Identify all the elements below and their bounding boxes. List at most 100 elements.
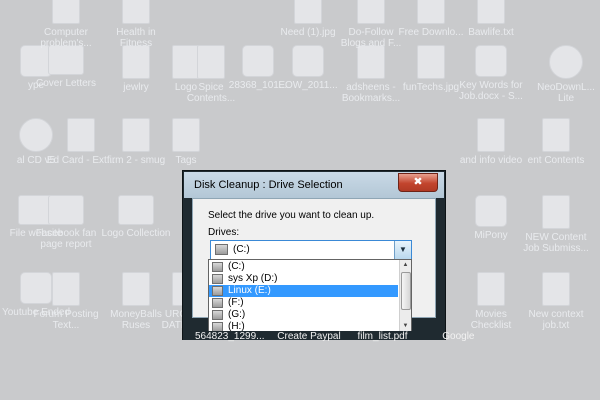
background-file-labels: 564823_1299... Create Paypal film_list.p…	[195, 331, 475, 342]
drive-option[interactable]: sys Xp (D:)	[209, 273, 398, 285]
file-icon	[542, 118, 570, 152]
close-icon: ✖	[413, 176, 423, 188]
desktop-icon-label: Logo Collection	[101, 228, 171, 239]
desktop-icon[interactable]: Health in Fitness	[100, 0, 172, 49]
drive-option-label: sys Xp (D:)	[228, 273, 278, 284]
desktop-icon-label: NeoDownL... Lite	[537, 82, 595, 104]
desktop-icon[interactable]: and info video	[455, 118, 527, 166]
desktop-icon[interactable]: Movies Checklist	[455, 272, 527, 331]
file-icon	[172, 118, 200, 152]
desktop-icon-label: Facebook fan page report	[35, 228, 97, 250]
desktop-icon[interactable]: ent Contents	[520, 118, 592, 166]
drive-option-label: (F:)	[228, 297, 244, 308]
selected-drive: (C:)	[233, 244, 250, 255]
hard-drive-icon	[212, 310, 223, 320]
file-icon	[122, 0, 150, 24]
round-icon	[549, 45, 583, 79]
file-icon	[542, 195, 570, 229]
dialog-title: Disk Cleanup : Drive Selection	[194, 179, 343, 191]
hard-drive-icon	[212, 298, 223, 308]
desktop-icon[interactable]: Bawlife.txt	[455, 0, 527, 38]
hard-drive-icon	[212, 286, 223, 296]
desktop-icon-label: and info video	[459, 155, 523, 166]
folder-icon	[48, 45, 84, 75]
file-icon	[52, 272, 80, 306]
file-icon	[477, 0, 505, 24]
desktop-icon-label: EOW_2011...	[278, 80, 338, 91]
drives-label: Drives:	[208, 227, 240, 238]
desktop-icon-label: Cover Letters	[35, 78, 97, 89]
file-icon	[197, 45, 225, 79]
hard-drive-icon	[212, 274, 223, 284]
drive-option[interactable]: (G:)	[209, 309, 398, 321]
file-label: Create Paypal	[277, 331, 341, 342]
instruction-text: Select the drive you want to clean up.	[208, 210, 375, 221]
folder-icon	[48, 195, 84, 225]
desktop-icon[interactable]: EOW_2011...	[272, 45, 344, 91]
desktop-icon[interactable]: MiPony	[455, 195, 527, 241]
desktop-icon-label: NEW Content Job Submiss...	[523, 232, 589, 254]
file-label: film_list.pdf	[357, 331, 408, 342]
desktop-icon-label: funTechs.jpg	[402, 82, 460, 93]
drive-option[interactable]: Linux (E:)	[209, 285, 398, 297]
file-label: Google	[442, 331, 475, 342]
app-icon	[292, 45, 324, 77]
hard-drive-icon	[215, 244, 228, 255]
desktop-icon-label: Tags	[175, 155, 197, 166]
desktop-icon-label: Do-Follow Blogs and F...	[340, 27, 402, 49]
drive-option[interactable]: (F:)	[209, 297, 398, 309]
file-icon	[52, 0, 80, 24]
desktop-icon-label: Movies Checklist	[470, 309, 512, 331]
desktop-icon[interactable]: Computer problem's...	[30, 0, 102, 49]
desktop-icon-label: adsheens - Bookmarks...	[341, 82, 401, 104]
file-icon	[122, 272, 150, 306]
chevron-down-icon[interactable]: ▼	[394, 241, 411, 259]
desktop-icon-label: Forum Posting Text...	[33, 309, 99, 331]
scroll-up-icon[interactable]: ▲	[400, 260, 411, 271]
file-icon	[542, 272, 570, 306]
desktop-icon-label: Health in Fitness	[116, 27, 156, 49]
dropdown-scrollbar[interactable]: ▲ ▼	[399, 260, 411, 332]
desktop-icon-label: MiPony	[474, 230, 508, 241]
close-button[interactable]: ✖	[398, 173, 438, 192]
title-bar[interactable]: Disk Cleanup : Drive Selection ✖	[184, 172, 444, 198]
desktop-icon[interactable]: Logo Collection	[100, 195, 172, 239]
file-icon	[417, 45, 445, 79]
file-icon	[477, 118, 505, 152]
drive-option-label: (C:)	[228, 261, 245, 272]
app-icon	[475, 195, 507, 227]
file-icon	[67, 118, 95, 152]
folder-icon	[118, 195, 154, 225]
desktop-icon[interactable]: NeoDownL... Lite	[530, 45, 600, 104]
hard-drive-icon	[212, 262, 223, 272]
desktop-icon-label: Free Downlo...	[398, 27, 464, 38]
desktop-icon[interactable]: Tags	[150, 118, 222, 166]
desktop-icon[interactable]: New context job.txt	[520, 272, 592, 331]
desktop-icon-label: New context job.txt	[528, 309, 584, 331]
scroll-thumb[interactable]	[401, 272, 411, 310]
app-icon	[242, 45, 274, 77]
desktop-icon[interactable]: Cover Letters	[30, 45, 102, 89]
drive-option[interactable]: (C:)	[209, 261, 398, 273]
desktop-icon[interactable]: Need (1).jpg	[272, 0, 344, 38]
drive-option-label: (G:)	[228, 309, 246, 320]
file-icon	[357, 0, 385, 24]
desktop-icon-label: Key Words for Job.docx - S...	[459, 80, 523, 102]
file-icon	[417, 0, 445, 24]
desktop-icon-label: jewlry	[123, 82, 149, 93]
desktop-icon[interactable]: Forum Posting Text...	[30, 272, 102, 331]
desktop: ype Cover Letters jewlry Logo Spice Contents…	[0, 0, 600, 400]
file-icon	[477, 272, 505, 306]
file-icon	[357, 45, 385, 79]
drive-dropdown-list: (C:) sys Xp (D:) Linux (E:) (F:) (G:) (H:) ▲ …	[208, 259, 412, 333]
file-icon	[122, 45, 150, 79]
drive-select[interactable]: (C:) ▼	[210, 240, 412, 260]
file-icon	[294, 0, 322, 24]
drive-option-label: Linux (E:)	[228, 285, 271, 296]
desktop-icon[interactable]: Key Words for Job.docx - S...	[455, 45, 527, 102]
desktop-icon-label: Need (1).jpg	[280, 27, 336, 38]
file-icon	[122, 118, 150, 152]
desktop-icon-label: Bawlife.txt	[468, 27, 514, 38]
desktop-icon[interactable]: Facebook fan page report	[30, 195, 102, 250]
desktop-icon[interactable]: NEW Content Job Submiss...	[520, 195, 592, 254]
